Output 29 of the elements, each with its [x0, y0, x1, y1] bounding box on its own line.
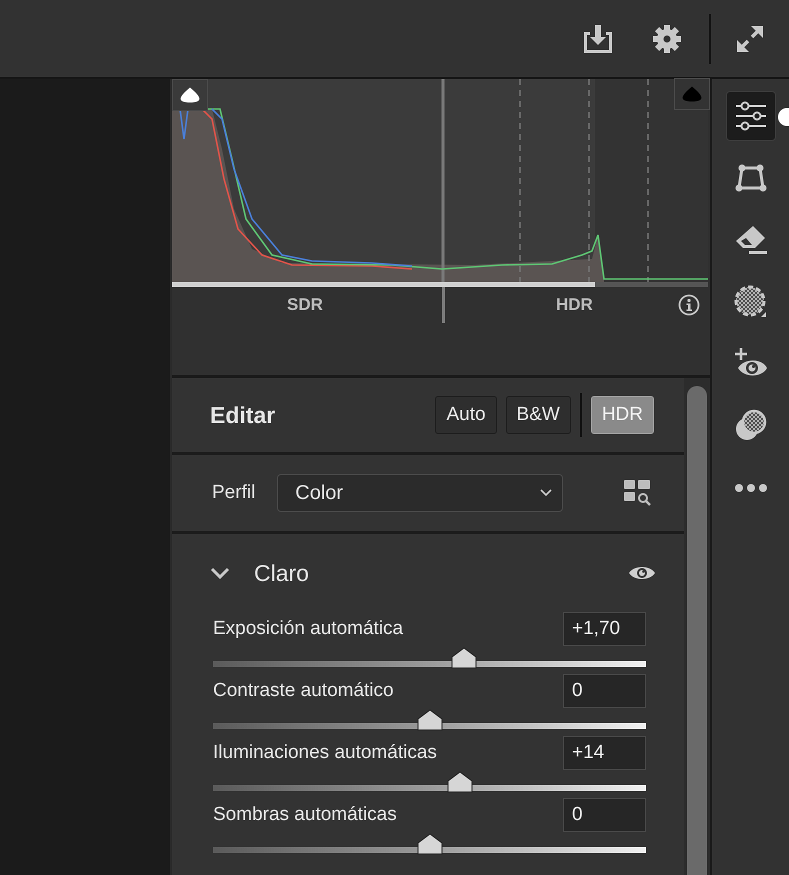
section-title: Claro	[254, 560, 309, 586]
profile-label: Perfil	[212, 482, 256, 504]
info-icon[interactable]	[678, 294, 700, 316]
value-field[interactable]: +1,70	[563, 612, 646, 646]
mode-button[interactable]: Auto	[435, 396, 497, 434]
slider-thumb[interactable]	[451, 647, 478, 669]
profile-dropdown[interactable]: Color	[277, 474, 564, 512]
slider-thumb[interactable]	[416, 833, 442, 855]
value-field[interactable]: 0	[563, 674, 646, 708]
highlight-clipping-icon[interactable]	[172, 79, 208, 111]
histogram-label: HDR	[556, 295, 593, 315]
slider-thumb[interactable]	[416, 709, 442, 731]
slider-label: Iluminaciones automáticas	[213, 742, 437, 764]
slider-label: Contraste automático	[213, 680, 394, 702]
value-field[interactable]: 0	[563, 798, 646, 832]
slider-label: Sombras automáticas	[213, 804, 397, 826]
shadow-clipping-icon[interactable]	[674, 78, 710, 110]
mode-button[interactable]: B&W	[506, 396, 571, 434]
eye-icon[interactable]	[628, 564, 656, 582]
slider-thumb[interactable]	[446, 771, 473, 793]
active-tool-indicator	[778, 108, 789, 126]
slider-label: Exposición automática	[213, 618, 404, 640]
histogram-label: SDR	[287, 295, 323, 315]
edit-tool-icon[interactable]	[726, 91, 776, 141]
panel-title: Editar	[210, 402, 276, 428]
value-field[interactable]: +14	[563, 736, 646, 770]
scrollbar-thumb[interactable]	[687, 386, 707, 875]
chevron-icon[interactable]	[210, 566, 230, 580]
dropdown-caret-icon	[540, 489, 552, 497]
